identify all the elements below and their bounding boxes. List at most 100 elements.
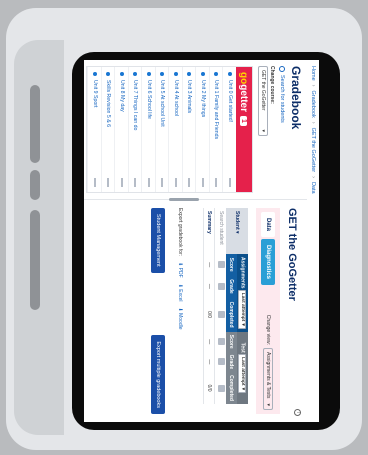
breadcrumb-data[interactable]: Data [310,182,316,194]
breadcrumb-separator: › [310,84,316,87]
device-button [30,170,40,200]
student-header[interactable]: Student ▾ [226,208,248,254]
course-select[interactable]: GET the GoGetter ▾ [258,66,268,136]
search-icon [279,66,285,72]
search-placeholder: Search for students [279,75,285,123]
view-select-value: Assignments & Tests [265,352,271,399]
chevron-down-icon: ▾ [260,129,266,132]
unit-name: Unit 3 Animals [186,80,193,114]
table-cell [215,297,226,332]
progress-indicator [174,178,177,187]
bullet-icon [200,72,205,76]
unit-name: Unit 0 Get started! [226,80,233,123]
unit-list-item[interactable]: Skills Revision 5 & 6 [101,67,115,192]
tab-data[interactable]: Data [261,212,275,238]
unit-list-item[interactable]: Unit 6 School life [141,67,155,192]
main-panel: i GET the GoGetter Data Diagnostics Chan… [84,200,307,422]
table-cell [215,372,226,404]
table-cell [215,254,226,276]
bullet-icon [119,72,124,76]
table-cell: — [204,275,215,298]
unit-list-item[interactable]: Unit 2 My things [195,67,209,192]
screen-viewport: Home › Gradebook › GET the GoGetter › Da… [84,60,319,422]
bullet-icon [92,72,97,76]
student-management-button[interactable]: Student Management [151,208,166,273]
breadcrumb-course[interactable]: GET the GoGetter [310,128,316,173]
device-button [30,210,40,310]
change-view-label: Change view: [265,314,271,345]
course-sidebar: Gradebook Search for students Change cou… [84,60,307,201]
grade-icon [218,338,226,346]
unit-list-item[interactable]: Unit 3 Animals [182,67,196,192]
unit-list-item[interactable]: Unit 8 My day [114,67,128,192]
table-cell [215,331,226,352]
level-badge: 1 [240,116,248,126]
unit-list-item[interactable]: Unit 0 Get started! [222,67,236,192]
unit-name: Unit 6 School life [145,80,152,119]
breadcrumb-separator: › [310,176,316,178]
device-button [30,85,40,163]
unit-list-item[interactable]: Unit 4 At school [168,67,182,192]
table-row: Summary — — 0/0 — — 0/0 [204,208,215,404]
col-header: Score [226,331,237,352]
table-cell: 0/0 [204,297,215,332]
table-cell [215,351,226,373]
action-buttons: Student Management Export multiple grade… [151,208,166,414]
export-pdf-link[interactable]: ⬇ PDF [178,262,184,278]
progress-indicator [228,178,231,187]
unit-name: Skills Revision 5 & 6 [105,80,112,127]
assignments-header: Assignments Last attempt ▾ [237,254,248,332]
table-cell: — [204,254,215,276]
unit-list-item[interactable]: Unit 1 Family and Friends [209,67,223,192]
breadcrumb-home[interactable]: Home [310,66,316,81]
col-header: Score [226,254,237,276]
summary-label: Summary [204,208,215,254]
progress-indicator [147,178,150,187]
unit-list-item[interactable]: Unit 5 At school Unit [155,67,169,192]
bullet-icon [106,72,111,76]
bullet-icon [173,72,178,76]
logo-go: go [238,72,250,85]
table-row: Search student [215,208,226,404]
app-screen: Home › Gradebook › GET the GoGetter › Da… [84,60,319,422]
bullet-icon [214,72,219,76]
unit-name: Unit 8 My day [118,80,125,112]
assignments-filter-select[interactable]: Last attempt ▾ [238,289,247,329]
breadcrumb-gradebook[interactable]: Gradebook [310,91,316,118]
unit-name: Unit 9 Sport [91,80,98,108]
chevron-down-icon: ▾ [265,403,271,406]
grade-table: Student ▾ Assignments Last attempt ▾ Test… [204,208,248,404]
bullet-icon [160,72,165,76]
bullet-icon [146,72,151,76]
change-course-label: Change course: [269,66,275,104]
progress-indicator [188,178,191,187]
student-search[interactable]: Search for students [279,66,285,193]
breadcrumb-separator: › [310,121,316,124]
col-header: Grade [226,351,237,373]
unit-name: Unit 2 My things [199,80,206,118]
test-filter-select[interactable]: Last attempt ▾ [238,354,247,393]
course-select-value: GET the GoGetter [260,70,266,111]
logo-getter: getter [238,84,250,113]
progress-indicator [134,178,137,187]
view-select[interactable]: Assignments & Tests ▾ [263,348,273,410]
unit-list-item[interactable]: Unit 7 Things I can do [128,67,142,192]
export-multiple-gradebooks-button[interactable]: Export multiple gradebooks [151,335,166,414]
export-excel-link[interactable]: ⬇ Excel [178,284,184,302]
bullet-icon [133,72,138,76]
info-icon[interactable]: i [294,409,301,416]
bullet-icon [227,72,232,76]
col-header: Completed [226,372,237,404]
test-header: Test Last attempt ▾ [237,331,248,404]
unit-name: Unit 1 Family and Friends [213,80,220,140]
unit-list-item[interactable]: Unit 9 Sport [87,67,101,192]
search-student-cell[interactable]: Search student [215,208,226,254]
unit-name: Unit 7 Things I can do [132,80,139,131]
col-header: Completed [226,297,237,332]
export-moodle-link[interactable]: ⬇ Moodle [178,308,184,330]
grade-icon [218,384,226,392]
tab-diagnostics[interactable]: Diagnostics [261,239,275,286]
grade-icon [218,358,226,366]
grade-icon [218,261,226,269]
unit-name: Unit 5 At school Unit [159,80,166,127]
